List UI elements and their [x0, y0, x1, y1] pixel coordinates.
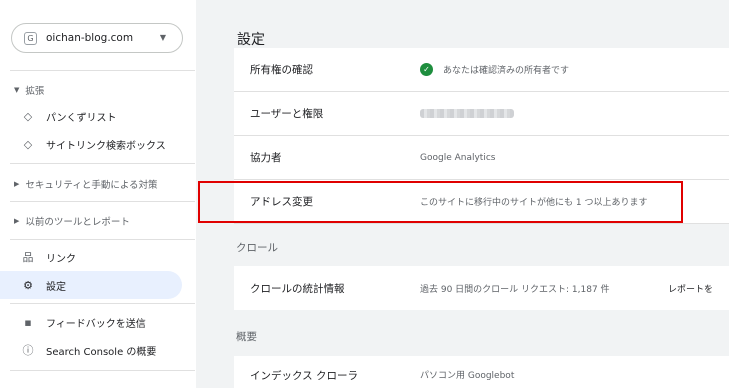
open-report-link[interactable]: レポートを: [668, 282, 713, 295]
sidebar-item-label: フィードバックを送信: [46, 318, 146, 330]
row-value: 過去 90 日間のクロール リクエスト: 1,187 件: [420, 284, 610, 295]
sidebar-divider: [10, 303, 195, 304]
sitemap-icon: 品: [22, 251, 34, 264]
sidebar-item-label: リンク: [46, 253, 76, 265]
sidebar-item-sitelinks[interactable]: ◇ サイトリンク検索ボックス: [10, 130, 182, 158]
row-label: 協力者: [250, 152, 282, 164]
layers-icon: ◇: [23, 109, 33, 123]
section-security-label: セキュリティと手動による対策: [25, 180, 158, 191]
row-value: ✓ あなたは確認済みの所有者です: [420, 63, 569, 76]
section-extensions[interactable]: ▼ 拡張: [14, 83, 44, 97]
row-associations[interactable]: 協力者 Google Analytics: [234, 136, 729, 180]
row-label: ユーザーと権限: [250, 108, 324, 120]
layers-icon: ◇: [23, 137, 33, 151]
row-value: [420, 109, 514, 118]
gear-icon: ⚙: [23, 278, 33, 292]
row-label: クロールの統計情報: [250, 282, 345, 295]
sidebar-item-label: Search Console の概要: [46, 346, 157, 358]
sidebar-item-breadcrumbs[interactable]: ◇ パンくずリスト: [10, 102, 182, 130]
sidebar-item-about[interactable]: ⓘ Search Console の概要: [10, 336, 182, 364]
row-crawl-stats[interactable]: クロールの統計情報 過去 90 日間のクロール リクエスト: 1,187 件 レ…: [234, 266, 729, 310]
section-legacy[interactable]: ▶ 以前のツールとレポート: [14, 214, 130, 228]
sidebar-item-links[interactable]: 品 リンク: [10, 243, 182, 271]
row-label: 所有権の確認: [250, 64, 313, 76]
sidebar-divider: [10, 201, 195, 202]
sidebar-divider: [10, 370, 195, 371]
feedback-icon: ▪: [24, 315, 32, 329]
highlight-box: [198, 181, 683, 223]
row-index-crawler[interactable]: インデックス クローラ パソコン用 Googlebot: [234, 356, 729, 388]
expand-arrow-icon: ▶: [14, 180, 20, 188]
ownership-status: あなたは確認済みの所有者です: [443, 66, 570, 76]
row-value: パソコン用 Googlebot: [420, 371, 515, 381]
row-ownership[interactable]: 所有権の確認 ✓ あなたは確認済みの所有者です: [234, 48, 729, 92]
overview-heading: 概要: [236, 331, 257, 343]
crawl-card: クロールの統計情報 過去 90 日間のクロール リクエスト: 1,187 件 レ…: [234, 266, 729, 310]
sidebar-item-feedback[interactable]: ▪ フィードバックを送信: [10, 308, 182, 336]
page-title: 設定: [237, 32, 265, 48]
redacted-value: [420, 109, 514, 118]
section-legacy-label: 以前のツールとレポート: [25, 217, 130, 228]
google-search-icon: G: [24, 31, 37, 45]
sidebar-item-label: サイトリンク検索ボックス: [46, 140, 166, 152]
property-selector[interactable]: G oichan-blog.com ▼: [11, 23, 183, 53]
row-users[interactable]: ユーザーと権限: [234, 92, 729, 136]
caret-down-icon: ▼: [159, 33, 166, 42]
info-icon: ⓘ: [22, 344, 34, 357]
crawl-heading: クロール: [236, 242, 278, 254]
sidebar-item-label: 設定: [46, 281, 66, 293]
check-circle-icon: ✓: [420, 63, 433, 76]
sidebar-divider: [10, 70, 195, 71]
main-content: 設定 所有権の確認 ✓ あなたは確認済みの所有者です ユーザーと権限 協力者 G…: [196, 0, 729, 388]
expand-arrow-icon: ▶: [14, 217, 20, 225]
sidebar-divider: [10, 239, 195, 240]
overview-card: インデックス クローラ パソコン用 Googlebot: [234, 356, 729, 388]
sidebar-item-settings[interactable]: ⚙ 設定: [0, 271, 182, 299]
collapse-arrow-icon: ▼: [14, 86, 20, 94]
row-label: インデックス クローラ: [250, 370, 359, 382]
property-site: oichan-blog.com: [46, 32, 134, 44]
row-value: Google Analytics: [420, 152, 496, 163]
section-security[interactable]: ▶ セキュリティと手動による対策: [14, 177, 158, 191]
sidebar-item-label: パンくずリスト: [46, 112, 117, 124]
sidebar-divider: [10, 163, 195, 164]
section-extensions-label: 拡張: [25, 86, 45, 97]
sidebar: G oichan-blog.com ▼ ▼ 拡張 ◇ パンくずリスト ◇ サイト…: [0, 0, 196, 388]
